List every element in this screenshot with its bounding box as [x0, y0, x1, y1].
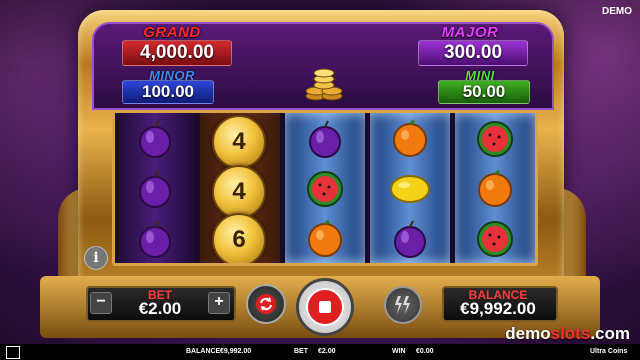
- orange-icon: [308, 219, 342, 257]
- coin-symbol: 4: [212, 165, 266, 219]
- reel-5: [455, 113, 535, 263]
- spin-button[interactable]: [296, 278, 354, 336]
- reel-4: [370, 113, 450, 263]
- watermelon-icon: [307, 171, 343, 207]
- watermark: demoslots.com: [505, 324, 630, 343]
- plum-icon: [139, 170, 171, 208]
- status-win-value: €0.00: [416, 348, 434, 355]
- turbo-button[interactable]: [384, 286, 422, 324]
- reel-2: 4 4 6: [200, 113, 280, 263]
- balance-value: €9,992.00: [460, 299, 536, 318]
- reel-window: 4 4 6: [112, 110, 538, 266]
- status-win-label: WIN: [392, 348, 406, 355]
- bet-increase-button[interactable]: +: [208, 292, 230, 314]
- minor-jackpot-value: 100.00: [122, 80, 214, 104]
- lemon-icon: [390, 175, 430, 203]
- status-bet-value: €2.00: [318, 348, 336, 355]
- watermelon-icon: [477, 121, 513, 157]
- autoplay-button[interactable]: [246, 284, 286, 324]
- autoplay-icon: [256, 294, 276, 314]
- bet-decrease-button[interactable]: −: [90, 292, 112, 314]
- game-name: Ultra Coins: [590, 348, 628, 355]
- plum-icon: [309, 120, 341, 158]
- bet-value: €2.00: [138, 299, 182, 318]
- demo-badge: DEMO: [602, 6, 632, 17]
- lightning-icon: [395, 296, 410, 314]
- mini-jackpot-value: 50.00: [438, 80, 530, 104]
- grand-jackpot-label: GRAND: [143, 24, 201, 41]
- reel-1: [115, 113, 195, 263]
- major-jackpot-label: MAJOR: [441, 24, 499, 41]
- orange-icon: [393, 119, 427, 157]
- watermelon-icon: [477, 221, 513, 257]
- info-button[interactable]: i: [84, 246, 108, 270]
- info-icon: i: [93, 250, 99, 266]
- status-bar: BALANCE €9,992.00 BET €2.00 WIN €0.00 Ul…: [0, 344, 640, 360]
- coin-pile-icon: [302, 66, 346, 102]
- stop-icon: [306, 288, 344, 326]
- status-balance-value: €9,992.00: [220, 348, 252, 355]
- orange-icon: [478, 169, 512, 207]
- status-balance-label: BALANCE: [186, 348, 221, 355]
- major-jackpot-value: 300.00: [418, 40, 528, 66]
- menu-icon[interactable]: [6, 346, 20, 359]
- reel-3: [285, 113, 365, 263]
- grand-jackpot-value: 4,000.00: [122, 40, 232, 66]
- status-bet-label: BET: [294, 348, 308, 355]
- plum-icon: [139, 220, 171, 258]
- coin-symbol: 6: [212, 213, 266, 263]
- plum-icon: [394, 220, 426, 258]
- coin-symbol: 4: [212, 115, 266, 169]
- plum-icon: [139, 120, 171, 158]
